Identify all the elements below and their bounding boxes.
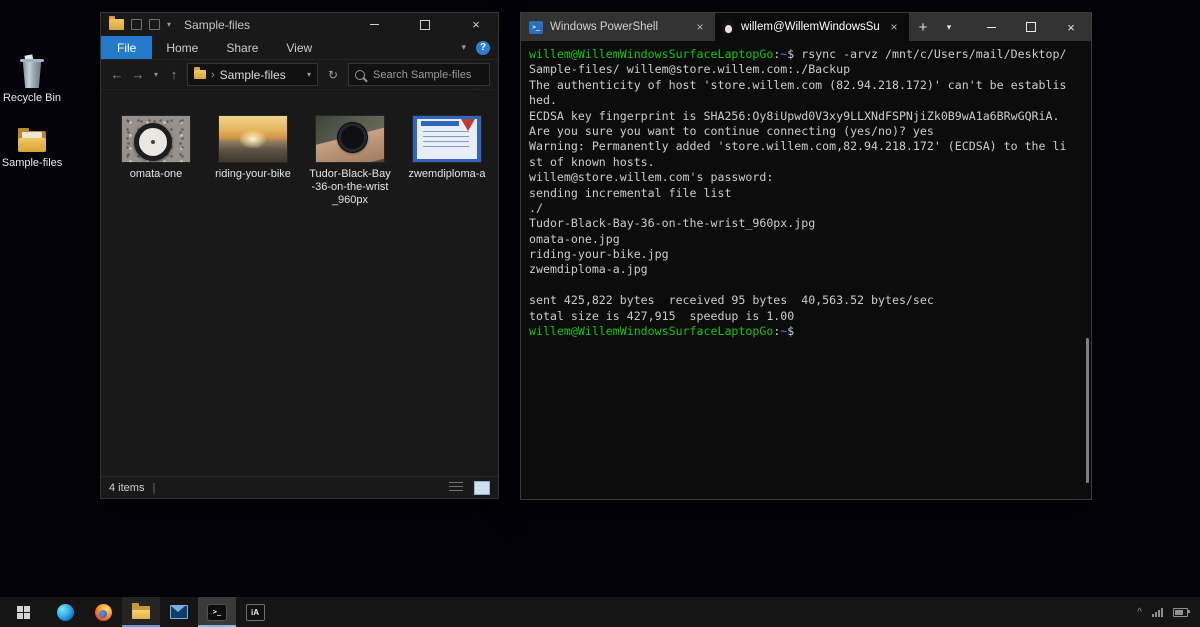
ribbon-tab-home[interactable]: Home <box>152 36 212 59</box>
quick-access-chevron-icon[interactable]: ▾ <box>167 20 171 29</box>
search-input[interactable] <box>371 68 483 82</box>
terminal-window: >_ Windows PowerShell × willem@WillemWin… <box>520 12 1092 500</box>
file-item-riding-your-bike[interactable]: riding-your-bike <box>208 116 298 181</box>
window-folder-icon <box>109 19 124 30</box>
ia-writer-icon: iA <box>246 604 265 621</box>
desktop: Recycle Bin Sample-files ▾ Sample-files … <box>0 0 1200 627</box>
ribbon-tab-view[interactable]: View <box>272 36 326 59</box>
system-tray: ^ <box>1125 597 1200 627</box>
maximize-button[interactable] <box>1011 13 1051 41</box>
taskbar-edge-button[interactable] <box>46 597 84 627</box>
address-bar[interactable]: › Sample-files ▾ <box>187 63 318 86</box>
quick-access-new-folder-icon[interactable] <box>149 19 160 30</box>
maximize-icon <box>1026 22 1036 32</box>
tab-title: Windows PowerShell <box>550 21 686 33</box>
taskbar: >_ iA ^ <box>0 596 1200 627</box>
taskbar-ia-writer-button[interactable]: iA <box>236 597 274 627</box>
network-icon[interactable] <box>1152 608 1163 617</box>
breadcrumb[interactable]: Sample-files <box>220 68 286 82</box>
address-dropdown-icon[interactable]: ▾ <box>307 70 311 79</box>
window-title: Sample-files <box>184 18 250 32</box>
terminal-lines: willem@WillemWindowsSurfaceLaptopGo:~$ r… <box>529 47 1083 339</box>
up-button[interactable]: ↑ <box>166 67 182 82</box>
battery-icon[interactable] <box>1173 608 1188 617</box>
file-thumbnail <box>122 116 190 162</box>
forward-button[interactable]: → <box>130 67 146 82</box>
search-box[interactable] <box>348 63 490 86</box>
folder-icon <box>17 128 47 153</box>
explorer-window: ▾ Sample-files × File Home Share View ▾ … <box>100 12 499 499</box>
back-button[interactable]: ← <box>109 67 125 82</box>
taskbar-explorer-button[interactable] <box>122 597 160 627</box>
maximize-icon <box>420 20 430 30</box>
desktop-icon-recycle-bin[interactable]: Recycle Bin <box>0 56 64 105</box>
ribbon-tab-bar: File Home Share View ▾ ? <box>101 36 498 60</box>
close-button[interactable]: × <box>454 13 498 36</box>
taskbar-terminal-button[interactable]: >_ <box>198 597 236 627</box>
ribbon-tab-share[interactable]: Share <box>212 36 272 59</box>
file-label: Tudor-Black-Bay -36-on-the-wrist _960px <box>309 168 391 207</box>
ribbon-tab-file[interactable]: File <box>101 36 152 59</box>
file-list[interactable]: omata-one riding-your-bike Tudor-Black-B… <box>101 90 498 476</box>
taskbar-mail-button[interactable] <box>160 597 198 627</box>
breadcrumb-separator: › <box>211 69 215 81</box>
file-label: zwemdiploma-a <box>408 168 485 181</box>
ribbon-expand-icon[interactable]: ▾ <box>451 36 476 59</box>
terminal-icon: >_ <box>207 604 227 621</box>
breadcrumb-folder-icon <box>194 70 206 79</box>
desktop-icon-label: Sample-files <box>0 157 64 170</box>
file-label: riding-your-bike <box>215 168 291 181</box>
tab-windows-powershell[interactable]: >_ Windows PowerShell × <box>521 13 715 41</box>
tab-close-button[interactable]: × <box>887 20 901 34</box>
terminal-output[interactable]: willem@WillemWindowsSurfaceLaptopGo:~$ r… <box>521 41 1091 499</box>
taskbar-firefox-button[interactable] <box>84 597 122 627</box>
help-button[interactable]: ? <box>476 41 490 55</box>
recycle-bin-icon <box>20 56 44 88</box>
items-count: 4 items <box>109 482 144 494</box>
maximize-button[interactable] <box>403 13 447 36</box>
file-label: omata-one <box>130 168 183 181</box>
new-tab-button[interactable]: + <box>909 13 937 41</box>
file-item-zwemdiploma-a[interactable]: zwemdiploma-a <box>402 116 492 181</box>
explorer-titlebar[interactable]: ▾ Sample-files × <box>101 13 498 36</box>
search-icon <box>355 70 365 80</box>
hidden-icons-chevron[interactable]: ^ <box>1137 607 1142 618</box>
mail-icon <box>170 605 188 619</box>
close-button[interactable]: × <box>1051 13 1091 41</box>
quick-access-properties-icon[interactable] <box>131 19 142 30</box>
windows-logo-icon <box>17 606 30 619</box>
minimize-icon <box>370 24 379 25</box>
powershell-icon: >_ <box>529 21 543 34</box>
file-thumbnail <box>413 116 481 162</box>
details-view-button[interactable] <box>449 482 463 494</box>
status-bar: 4 items | <box>101 476 498 498</box>
minimize-button[interactable] <box>352 13 396 36</box>
large-icons-view-button[interactable] <box>474 481 490 495</box>
tab-wsl-session[interactable]: willem@WillemWindowsSurfac × <box>715 13 909 41</box>
tab-close-button[interactable]: × <box>693 20 707 34</box>
file-explorer-icon <box>132 606 150 619</box>
firefox-icon <box>95 604 112 621</box>
titlebar-drag-area[interactable] <box>961 13 971 41</box>
edge-icon <box>57 604 74 621</box>
file-thumbnail <box>316 116 384 162</box>
minimize-icon <box>987 27 996 28</box>
file-item-tudor-black-bay[interactable]: Tudor-Black-Bay -36-on-the-wrist _960px <box>305 116 395 207</box>
tab-dropdown-button[interactable]: ▾ <box>937 13 961 41</box>
start-button[interactable] <box>0 597 46 627</box>
tab-title: willem@WillemWindowsSurfac <box>741 21 880 33</box>
minimize-button[interactable] <box>971 13 1011 41</box>
status-separator: | <box>152 482 155 494</box>
refresh-button[interactable]: ↻ <box>323 64 343 85</box>
scrollbar-thumb[interactable] <box>1086 338 1089 483</box>
file-item-omata-one[interactable]: omata-one <box>111 116 201 181</box>
terminal-tab-bar[interactable]: >_ Windows PowerShell × willem@WillemWin… <box>521 13 1091 41</box>
recent-locations-icon[interactable]: ▾ <box>151 70 161 79</box>
linux-penguin-icon <box>723 20 734 34</box>
desktop-icon-sample-files[interactable]: Sample-files <box>0 126 64 170</box>
desktop-icon-label: Recycle Bin <box>0 92 64 105</box>
file-thumbnail <box>219 116 287 162</box>
navigation-bar: ← → ▾ ↑ › Sample-files ▾ ↻ <box>101 60 498 90</box>
